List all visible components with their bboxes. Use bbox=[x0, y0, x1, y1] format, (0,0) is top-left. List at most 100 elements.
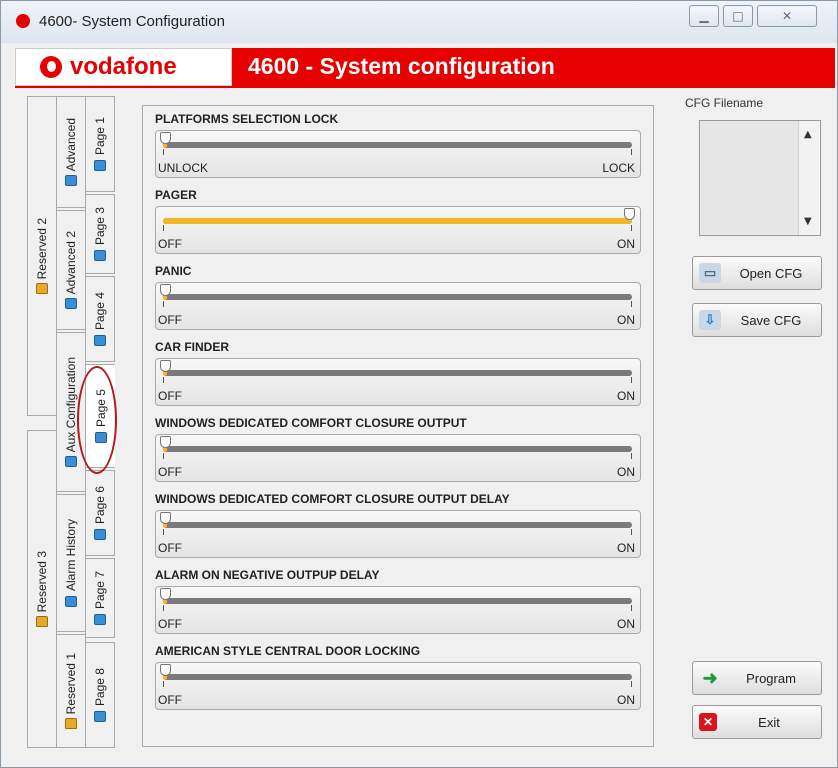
slider-tick-right bbox=[631, 301, 632, 307]
tab-advanced-2[interactable]: Advanced 2 bbox=[56, 210, 86, 330]
slider-thumb[interactable] bbox=[160, 360, 171, 372]
setting-panic: PANIC OFF ON bbox=[155, 264, 641, 330]
slider-max-label: LOCK bbox=[602, 161, 635, 175]
active-tab-highlight-circle bbox=[77, 366, 117, 474]
red-x-icon: ✕ bbox=[699, 713, 717, 731]
maximize-button[interactable]: □ bbox=[723, 5, 753, 27]
save-cfg-label: Save CFG bbox=[740, 312, 802, 328]
close-button[interactable]: ✕ bbox=[757, 5, 817, 27]
app-header: vodafone 4600 - System configuration bbox=[15, 48, 835, 88]
scroll-down-icon[interactable]: ▼ bbox=[804, 216, 812, 227]
slider-track bbox=[160, 588, 632, 604]
tab-reserved-1[interactable]: Reserved 1 bbox=[56, 634, 86, 748]
setting-title: ALARM ON NEGATIVE OUTPUP DELAY bbox=[155, 568, 380, 582]
exit-button[interactable]: ✕ Exit bbox=[692, 705, 822, 739]
slider-max-label: ON bbox=[617, 389, 635, 403]
slider-tick-left bbox=[163, 529, 164, 535]
tab-label: Page 3 bbox=[93, 207, 107, 246]
toggle-slider[interactable]: UNLOCK LOCK bbox=[155, 130, 641, 178]
tab-page-7[interactable]: Page 7 bbox=[85, 558, 115, 638]
setting-title: PAGER bbox=[155, 188, 197, 202]
tab-page-6[interactable]: Page 6 bbox=[85, 470, 115, 556]
padlock-icon bbox=[36, 283, 48, 295]
slider-tick-right bbox=[631, 529, 632, 535]
maximize-icon: □ bbox=[732, 9, 744, 23]
slider-tick-left bbox=[163, 301, 164, 307]
cfg-filename-list[interactable]: ▲ ▼ bbox=[699, 120, 821, 236]
slider-thumb[interactable] bbox=[160, 664, 171, 676]
tab-reserved-3[interactable]: Reserved 3 bbox=[27, 430, 57, 748]
tab-reserved-2[interactable]: Reserved 2 bbox=[27, 96, 57, 416]
slider-track bbox=[160, 436, 632, 452]
tab-alarm-history[interactable]: Alarm History bbox=[56, 494, 86, 632]
slider-tick-left bbox=[163, 377, 164, 383]
minimize-button[interactable]: ▁ bbox=[689, 5, 719, 27]
slider-tick-left bbox=[163, 681, 164, 687]
brand-logo: vodafone bbox=[15, 48, 232, 86]
tab-advanced[interactable]: Advanced bbox=[56, 96, 86, 208]
toggle-slider[interactable]: OFF ON bbox=[155, 434, 641, 482]
slider-min-label: OFF bbox=[158, 617, 182, 631]
program-button[interactable]: ➜ Program bbox=[692, 661, 822, 695]
slider-tick-left bbox=[163, 453, 164, 459]
slider-min-label: OFF bbox=[158, 541, 182, 555]
slider-thumb[interactable] bbox=[160, 284, 171, 296]
slider-tick-right bbox=[631, 681, 632, 687]
setting-title: WINDOWS DEDICATED COMFORT CLOSURE OUTPUT… bbox=[155, 492, 510, 506]
setting-title: CAR FINDER bbox=[155, 340, 229, 354]
setting-title: PLATFORMS SELECTION LOCK bbox=[155, 112, 339, 126]
save-cfg-button[interactable]: ⇩ Save CFG bbox=[692, 303, 822, 337]
toggle-slider[interactable]: OFF ON bbox=[155, 510, 641, 558]
slider-max-label: ON bbox=[617, 693, 635, 707]
open-cfg-label: Open CFG bbox=[739, 265, 803, 281]
green-arrow-icon: ➜ bbox=[702, 667, 718, 688]
close-icon: ✕ bbox=[781, 9, 793, 23]
page-title: 4600 - System configuration bbox=[248, 53, 555, 79]
tab-page-1[interactable]: Page 1 bbox=[85, 96, 115, 192]
tab-label: Reserved 1 bbox=[64, 652, 78, 715]
slider-thumb[interactable] bbox=[160, 436, 171, 448]
tab-label: Alarm History bbox=[64, 519, 78, 592]
slider-max-label: ON bbox=[617, 237, 635, 251]
slider-thumb[interactable] bbox=[160, 132, 171, 144]
scroll-up-icon[interactable]: ▲ bbox=[804, 129, 812, 140]
slider-track bbox=[160, 512, 632, 528]
tab-label: Page 7 bbox=[93, 571, 107, 610]
toggle-slider[interactable]: OFF ON bbox=[155, 358, 641, 406]
tab-label: Aux Configuration bbox=[64, 356, 78, 453]
slider-min-label: UNLOCK bbox=[158, 161, 209, 175]
tab-label: Advanced 2 bbox=[64, 230, 78, 295]
cfg-list-scrollbar[interactable]: ▲ ▼ bbox=[798, 121, 820, 235]
folder-open-icon: ▭ bbox=[699, 263, 721, 283]
slider-thumb[interactable] bbox=[624, 208, 635, 220]
toggle-slider[interactable]: OFF ON bbox=[155, 586, 641, 634]
slider-min-label: OFF bbox=[158, 237, 182, 251]
open-cfg-button[interactable]: ▭ Open CFG bbox=[692, 256, 822, 290]
setting-title: PANIC bbox=[155, 264, 192, 278]
padlock-icon bbox=[65, 718, 77, 730]
tab-label: Advanced bbox=[64, 117, 78, 172]
tab-label: Page 1 bbox=[93, 117, 107, 156]
tab-label: Reserved 2 bbox=[35, 217, 49, 280]
slider-tick-right bbox=[631, 225, 632, 231]
toggle-slider[interactable]: OFF ON bbox=[155, 206, 641, 254]
brand-name: vodafone bbox=[70, 53, 177, 80]
slider-min-label: OFF bbox=[158, 389, 182, 403]
program-label: Program bbox=[746, 670, 796, 686]
slider-thumb[interactable] bbox=[160, 512, 171, 524]
slider-tick-right bbox=[631, 149, 632, 155]
tab-page-3[interactable]: Page 3 bbox=[85, 194, 115, 274]
toggle-slider[interactable]: OFF ON bbox=[155, 282, 641, 330]
setting-alarm-negative-output-delay: ALARM ON NEGATIVE OUTPUP DELAY OFF ON bbox=[155, 568, 641, 634]
tab-label: Page 8 bbox=[93, 668, 107, 707]
vodafone-speechmark-icon bbox=[40, 56, 62, 78]
setting-title: WINDOWS DEDICATED COMFORT CLOSURE OUTPUT bbox=[155, 416, 467, 430]
tab-page-8[interactable]: Page 8 bbox=[85, 642, 115, 748]
tab-page-4[interactable]: Page 4 bbox=[85, 276, 115, 362]
toggle-slider[interactable]: OFF ON bbox=[155, 662, 641, 710]
toolbox-icon bbox=[94, 159, 106, 171]
toolbox-icon bbox=[94, 710, 106, 722]
slider-tick-right bbox=[631, 453, 632, 459]
setting-title: AMERICAN STYLE CENTRAL DOOR LOCKING bbox=[155, 644, 421, 658]
slider-thumb[interactable] bbox=[160, 588, 171, 600]
